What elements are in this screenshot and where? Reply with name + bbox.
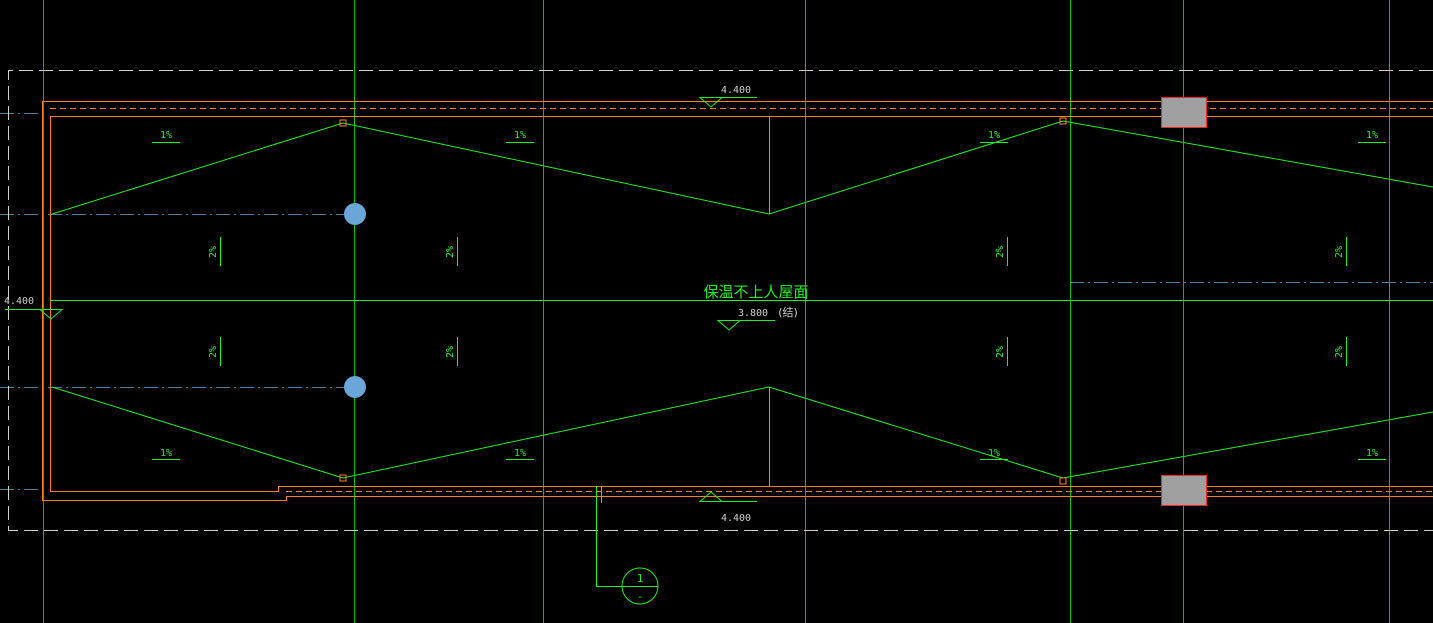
elevation-triangle-icon bbox=[698, 97, 724, 108]
section-symbol-top: 1 bbox=[637, 572, 644, 585]
roof-plan-canvas[interactable]: 1% 1% 1% 1% 1% 1% 1% 1% 2% 2% 2% 2% 2% 2… bbox=[0, 0, 1433, 623]
slope-label-group: 1% bbox=[152, 448, 180, 460]
slope-label: 2% bbox=[208, 346, 219, 358]
slope-label-group: 2% bbox=[995, 337, 1008, 366]
roof-vent[interactable] bbox=[1161, 475, 1207, 506]
section-symbol-bottom: - bbox=[637, 590, 644, 603]
slope-label: 1% bbox=[514, 448, 526, 459]
slope-label: 1% bbox=[988, 448, 1000, 459]
slope-lines bbox=[50, 116, 1433, 486]
parapet-inner bbox=[50, 116, 1433, 492]
valley-line-bottom bbox=[51, 386, 1433, 479]
elevation-text: 4.400 bbox=[721, 85, 751, 96]
slope-label: 1% bbox=[1366, 448, 1378, 459]
slope-label-group: 2% bbox=[445, 337, 458, 366]
elevation-triangle-icon bbox=[716, 320, 742, 331]
slope-label: 1% bbox=[160, 130, 172, 141]
slope-label-group: 1% bbox=[506, 130, 534, 143]
elevation-marker-top: 4.400 bbox=[698, 85, 757, 108]
slope-label-group: 2% bbox=[208, 337, 221, 366]
roof-drain-circle[interactable] bbox=[344, 376, 366, 398]
slope-label-group: 2% bbox=[1334, 237, 1347, 266]
slope-label-group: 2% bbox=[995, 237, 1008, 266]
slope-label: 2% bbox=[1334, 246, 1345, 258]
slope-label-group: 1% bbox=[980, 130, 1008, 143]
axis-grid-lines bbox=[43, 0, 1390, 623]
roof-type-label: 保温不上人屋面 bbox=[703, 283, 808, 301]
slope-label: 2% bbox=[445, 246, 456, 258]
slope-label-group: 1% bbox=[152, 130, 180, 143]
slope-label: 2% bbox=[445, 346, 456, 358]
roof-drain-circle[interactable] bbox=[344, 203, 366, 225]
drain-marker[interactable] bbox=[1059, 477, 1067, 485]
elevation-text: 4.400 bbox=[4, 296, 34, 307]
roof-title-block: 保温不上人屋面 3.800 (结) bbox=[703, 283, 809, 331]
slope-label-group: 1% bbox=[506, 448, 534, 460]
roof-vent[interactable] bbox=[1161, 97, 1207, 128]
slope-label: 1% bbox=[514, 130, 526, 141]
valley-line-top bbox=[51, 120, 1433, 215]
slope-label-group: 2% bbox=[1334, 337, 1347, 366]
section-callout: 1 - bbox=[596, 486, 659, 605]
slope-label-group: 1% bbox=[1358, 448, 1386, 460]
elevation-text: 4.400 bbox=[721, 513, 751, 524]
dashdot-axis-lines bbox=[0, 113, 1433, 490]
slope-label: 1% bbox=[160, 448, 172, 459]
slope-label-group: 2% bbox=[208, 237, 221, 266]
slope-label: 2% bbox=[995, 346, 1006, 358]
slope-label-group: 1% bbox=[1358, 130, 1386, 143]
structural-suffix: (结) bbox=[778, 306, 798, 319]
structural-elevation: 3.800 bbox=[738, 308, 768, 319]
slope-label: 2% bbox=[208, 246, 219, 258]
slope-label: 2% bbox=[995, 246, 1006, 258]
slope-label-group: 2% bbox=[445, 237, 458, 266]
slope-label: 2% bbox=[1334, 346, 1345, 358]
slope-label: 1% bbox=[988, 130, 1000, 141]
elevation-marker-left: 4.400 bbox=[4, 296, 64, 320]
slope-label: 1% bbox=[1366, 130, 1378, 141]
slope-2-labels: 2% 2% 2% 2% 2% 2% 2% 2% bbox=[208, 237, 1347, 366]
